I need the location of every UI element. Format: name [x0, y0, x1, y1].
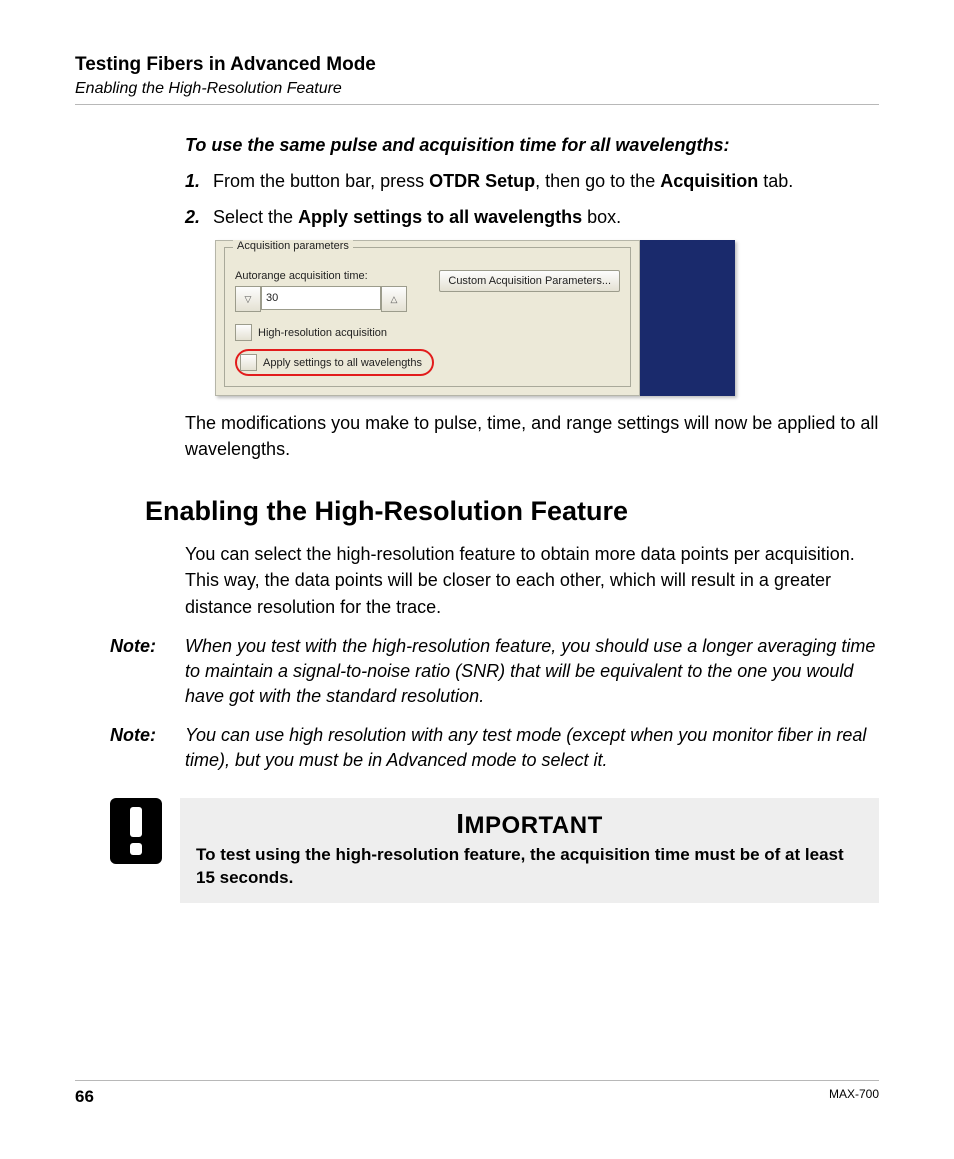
- chevron-down-icon: ▽: [245, 294, 252, 305]
- section-heading: Enabling the High-Resolution Feature: [145, 496, 879, 527]
- document-id: MAX-700: [829, 1087, 879, 1107]
- note-2: Note: You can use high resolution with a…: [75, 723, 879, 773]
- page: Testing Fibers in Advanced Mode Enabling…: [0, 0, 954, 1159]
- ui-panel: Acquisition parameters Autorange acquisi…: [215, 240, 640, 396]
- note-1-body: When you test with the high-resolution f…: [185, 634, 879, 710]
- important-title-rest: MPORTANT: [465, 812, 603, 839]
- important-box: IMPORTANT To test using the high-resolut…: [180, 798, 879, 904]
- bold-text: Acquisition: [660, 171, 758, 191]
- chapter-title: Testing Fibers in Advanced Mode: [75, 54, 879, 76]
- text-fragment: From the button bar, press: [213, 171, 429, 191]
- highres-checkbox[interactable]: [235, 324, 252, 341]
- highres-checkbox-label: High-resolution acquisition: [258, 327, 387, 339]
- acquisition-parameters-groupbox: Acquisition parameters Autorange acquisi…: [224, 247, 631, 387]
- apply-all-checkbox[interactable]: [240, 354, 257, 371]
- text-fragment: Select the: [213, 207, 298, 227]
- note-2-body: You can use high resolution with any tes…: [185, 723, 879, 773]
- exclamation-icon: [110, 798, 162, 864]
- groupbox-row-1: Autorange acquisition time: ▽ 30 △: [235, 270, 620, 310]
- footer-row: 66 MAX-700: [75, 1087, 879, 1107]
- spinner-up-button[interactable]: △: [381, 286, 407, 312]
- step-1-text: From the button bar, press OTDR Setup, t…: [213, 168, 793, 194]
- bold-text: Apply settings to all wavelengths: [298, 207, 582, 227]
- bold-text: OTDR Setup: [429, 171, 535, 191]
- apply-all-checkbox-row-highlighted: Apply settings to all wavelengths: [235, 349, 434, 376]
- step-1-number: 1.: [185, 168, 213, 194]
- autorange-label: Autorange acquisition time:: [235, 270, 407, 282]
- spinner-down-button[interactable]: ▽: [235, 286, 261, 312]
- footer-rule: [75, 1080, 879, 1081]
- text-fragment: box.: [582, 207, 621, 227]
- ui-side-panel: [640, 240, 735, 396]
- chevron-up-icon: △: [391, 294, 398, 305]
- section-intro: You can select the high-resolution featu…: [185, 541, 879, 619]
- step-2-number: 2.: [185, 204, 213, 230]
- note-1: Note: When you test with the high-resolu…: [75, 634, 879, 710]
- exclamation-dot: [130, 843, 142, 855]
- instruction-heading: To use the same pulse and acquisition ti…: [185, 135, 879, 156]
- step-2: 2. Select the Apply settings to all wave…: [185, 204, 879, 230]
- section-subtitle: Enabling the High-Resolution Feature: [75, 80, 879, 98]
- content-block: To use the same pulse and acquisition ti…: [185, 135, 879, 462]
- highres-checkbox-row: High-resolution acquisition: [235, 324, 620, 341]
- note-label: Note:: [110, 723, 185, 773]
- ui-screenshot-figure: Acquisition parameters Autorange acquisi…: [215, 240, 735, 396]
- important-callout: IMPORTANT To test using the high-resolut…: [110, 798, 879, 904]
- custom-acquisition-parameters-button[interactable]: Custom Acquisition Parameters...: [439, 270, 620, 292]
- exclamation-bar: [130, 807, 142, 837]
- step-1: 1. From the button bar, press OTDR Setup…: [185, 168, 879, 194]
- step-2-text: Select the Apply settings to all wavelen…: [213, 204, 621, 230]
- page-number: 66: [75, 1087, 94, 1107]
- important-title-initial: I: [456, 808, 464, 839]
- page-footer: 66 MAX-700: [75, 1080, 879, 1107]
- note-label: Note:: [110, 634, 185, 710]
- groupbox-legend: Acquisition parameters: [233, 240, 353, 252]
- text-fragment: tab.: [758, 171, 793, 191]
- autorange-spinner: ▽ 30 △: [235, 286, 407, 310]
- important-body: To test using the high-resolution featur…: [196, 844, 863, 890]
- autorange-value-input[interactable]: 30: [261, 286, 381, 310]
- post-figure-paragraph: The modifications you make to pulse, tim…: [185, 410, 879, 462]
- important-title: IMPORTANT: [196, 808, 863, 840]
- section-intro-block: You can select the high-resolution featu…: [185, 541, 879, 619]
- autorange-block: Autorange acquisition time: ▽ 30 △: [235, 270, 407, 310]
- text-fragment: , then go to the: [535, 171, 660, 191]
- header-rule: [75, 104, 879, 105]
- apply-all-checkbox-label: Apply settings to all wavelengths: [263, 357, 422, 369]
